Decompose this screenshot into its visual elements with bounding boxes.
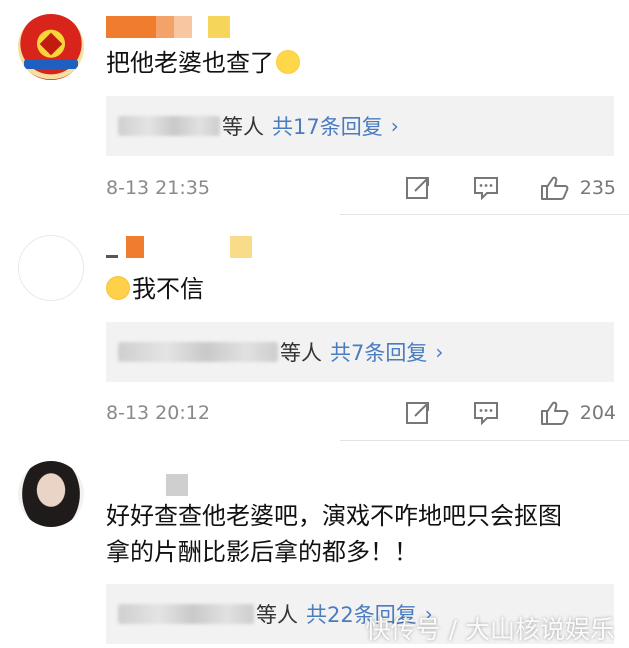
comment-text-line-1: 好好查查他老婆吧，演戏不咋地吧只会抠图 [106, 502, 562, 530]
chevron-right-icon: › [435, 340, 444, 364]
timestamp: 8-13 20:12 [106, 402, 210, 424]
comment-icon[interactable] [472, 400, 500, 426]
share-icon[interactable] [404, 400, 432, 426]
comment-text: 我不信 [106, 272, 204, 306]
reply-count-link[interactable]: 共17条回复 [272, 111, 383, 141]
reply-summary[interactable]: 等人 共7条回复 › [106, 322, 614, 382]
comment-body: 把他老婆也查了 [106, 49, 274, 77]
timestamp: 8-13 21:35 [106, 177, 210, 199]
blurred-usernames [118, 604, 254, 624]
blurred-usernames [118, 116, 220, 136]
comment-text-line-2: 拿的片酬比影后拿的都多！！ [106, 538, 418, 566]
avatar[interactable] [18, 14, 84, 80]
thumb-up-icon[interactable] [539, 175, 571, 201]
blurred-usernames [118, 342, 278, 362]
comment-meta: 8-13 21:35 235 [106, 173, 616, 203]
watermark: 快传号 / 大山核说娱乐 [365, 615, 615, 644]
reply-summary[interactable]: 等人 共17条回复 › [106, 96, 614, 156]
comment-icon[interactable] [472, 175, 500, 201]
comment-meta: 8-13 20:12 204 [106, 398, 616, 428]
divider [340, 214, 629, 215]
reply-people-label: 等人 [222, 115, 264, 139]
avatar[interactable] [18, 461, 84, 527]
comment-text: 把他老婆也查了 [106, 46, 300, 80]
like-count: 204 [579, 402, 616, 424]
thumb-up-icon[interactable] [539, 400, 571, 426]
reply-people-label: 等人 [256, 603, 298, 627]
smile-emoji-icon [276, 50, 300, 74]
reply-people-label: 等人 [280, 341, 322, 365]
badge-ribbon-icon [24, 60, 78, 69]
avatar[interactable] [18, 235, 84, 301]
chevron-right-icon: › [390, 114, 399, 138]
like-count: 235 [579, 177, 616, 199]
comment-body: 我不信 [132, 275, 204, 303]
badge-star-icon [39, 32, 63, 56]
reply-count-link[interactable]: 共7条回复 [330, 337, 427, 367]
share-icon[interactable] [404, 175, 432, 201]
divider [340, 440, 629, 441]
yum-emoji-icon [106, 276, 130, 300]
